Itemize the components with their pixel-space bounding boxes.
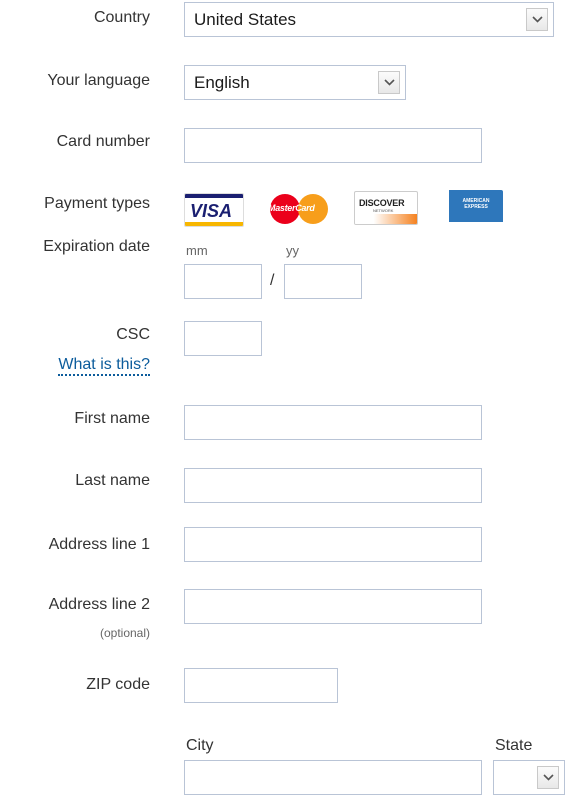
expiration-year-input[interactable] [284,264,362,299]
what-is-this-link[interactable]: What is this? [58,355,150,376]
state-label: State [495,737,533,754]
discover-card-icon: DISCOVER NETWORK [354,191,418,225]
country-select-value: United States [194,10,297,29]
card-number-label: Card number [56,133,150,150]
last-name-input[interactable] [184,468,482,503]
expiration-month-hint: mm [186,243,208,258]
mastercard-card-text: MasterCard [268,203,315,213]
discover-card-text: DISCOVER [359,198,405,208]
address-line-2-label: Address line 2 [48,596,150,613]
address-line-2-input[interactable] [184,589,482,624]
address-line-1-input[interactable] [184,527,482,562]
last-name-label: Last name [75,472,150,489]
first-name-label: First name [74,410,150,427]
amex-card-icon: AMERICAN EXPRESS [443,190,503,226]
discover-card-subtext: NETWORK [373,208,394,213]
chevron-down-icon[interactable] [378,71,400,94]
city-input[interactable] [184,760,482,795]
card-number-input[interactable] [184,128,482,163]
state-select[interactable] [493,760,565,795]
chevron-down-icon[interactable] [526,8,548,31]
expiration-separator: / [270,272,275,289]
expiration-date-label: Expiration date [43,238,150,255]
address-line-1-label: Address line 1 [48,536,150,553]
visa-card-text: VISA [190,201,233,221]
visa-card-icon: VISA [184,193,244,227]
language-select[interactable]: English [184,65,406,100]
expiration-month-input[interactable] [184,264,262,299]
csc-label: CSC [116,326,150,343]
mastercard-card-icon: MasterCard [266,190,332,224]
language-select-value: English [194,73,250,92]
optional-label: (optional) [99,626,150,640]
first-name-input[interactable] [184,405,482,440]
country-select[interactable]: United States [184,2,554,37]
city-label: City [186,737,214,754]
country-label: Country [93,9,150,26]
payment-types-label: Payment types [44,195,150,212]
language-label: Your language [47,72,150,89]
expiration-year-hint: yy [286,243,299,258]
zip-code-input[interactable] [184,668,338,703]
csc-input[interactable] [184,321,262,356]
zip-code-label: ZIP code [86,676,150,693]
chevron-down-icon[interactable] [537,766,559,789]
amex-card-text: AMERICAN EXPRESS [462,198,490,210]
